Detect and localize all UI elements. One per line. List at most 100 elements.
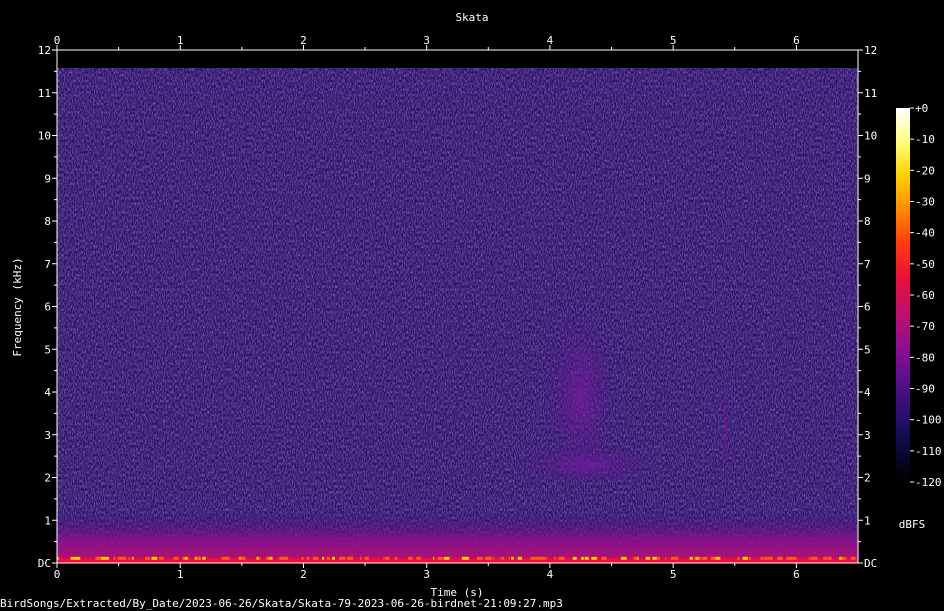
dc-speck — [816, 556, 818, 560]
dc-speck — [558, 556, 560, 560]
dc-speck — [788, 556, 794, 560]
dc-speck — [545, 556, 547, 560]
dc-speck — [341, 556, 346, 560]
colorbar-tick-label: -30 — [915, 196, 935, 209]
y-tick-label-right: 2 — [864, 472, 871, 485]
colorbar-tick-label: -80 — [915, 351, 935, 364]
dc-speck — [645, 556, 651, 560]
x-tick-label-top: 4 — [547, 34, 554, 47]
y-tick-label-right: 6 — [864, 301, 871, 314]
file-path: BirdSongs/Extracted/By_Date/2023-06-26/S… — [0, 597, 563, 610]
dc-speck — [202, 556, 206, 560]
dc-speck — [222, 556, 229, 560]
dc-speck — [670, 556, 677, 560]
dc-speck — [266, 556, 270, 560]
dc-speck — [689, 556, 693, 560]
dc-speck — [737, 556, 740, 560]
dc-speck — [633, 556, 637, 560]
y-tick-label-right: 8 — [864, 215, 871, 228]
dc-speck — [383, 556, 385, 560]
x-tick-label-top: 0 — [54, 34, 61, 47]
dc-speck — [484, 556, 491, 560]
colorbar-tick-label: -60 — [915, 289, 935, 302]
y-tick-label-right: 7 — [864, 258, 871, 271]
sound-event-2 — [512, 443, 661, 487]
dc-speck — [103, 556, 109, 560]
dc-speck — [572, 556, 577, 560]
dc-speck — [461, 556, 468, 560]
y-tick-label-right: 1 — [864, 514, 871, 527]
low-frequency-band — [57, 511, 858, 563]
dc-speck — [824, 556, 828, 560]
colorbar-tick-label: -50 — [915, 258, 935, 271]
dc-speck — [240, 556, 246, 560]
dc-speck — [131, 556, 134, 560]
dc-speck — [767, 556, 773, 560]
dc-speck — [347, 556, 353, 560]
dc-speck — [637, 556, 639, 560]
dc-speck — [665, 556, 667, 560]
dc-speck — [602, 556, 607, 560]
chart-title: Skata — [455, 11, 488, 24]
dc-speck — [308, 556, 310, 560]
x-tick-label-top: 5 — [670, 34, 677, 47]
y-tick-label-left: 10 — [38, 130, 51, 143]
dc-speck — [777, 556, 783, 560]
dc-speck — [517, 556, 522, 560]
x-tick-label-bottom: 1 — [177, 568, 184, 581]
dc-speck — [530, 556, 536, 560]
dc-speck — [385, 556, 390, 560]
colorbar-tick-label: +0 — [915, 102, 928, 115]
dc-speck — [841, 556, 847, 560]
y-tick-label-left: 8 — [44, 215, 51, 228]
y-tick-label-left: 7 — [44, 258, 51, 271]
colorbar-tick-label: -70 — [915, 320, 935, 333]
colorbar — [896, 108, 910, 482]
y-tick-label-left: 12 — [38, 44, 51, 57]
y-tick-label-right: 12 — [864, 44, 877, 57]
y-tick-label-left: 6 — [44, 301, 51, 314]
dc-speck — [70, 556, 77, 560]
y-axis-label: Frequency (kHz) — [11, 257, 24, 356]
dc-speck — [748, 556, 751, 560]
spectrum-noise — [57, 68, 858, 563]
dc-speck — [591, 556, 597, 560]
y-tick-label-right: 11 — [864, 87, 877, 100]
plot-area — [57, 50, 858, 563]
dc-speck — [153, 556, 158, 560]
dc-speck — [394, 556, 398, 560]
dc-speck — [490, 556, 492, 560]
colorbar-ticks: +0 -10 -20 -30 -40 -50 -60 -70 -80 -90 -100 -110 -12… — [910, 102, 942, 489]
dc-speck — [322, 556, 325, 560]
y-tick-label-right: 9 — [864, 172, 871, 185]
dc-speck — [184, 556, 188, 560]
colorbar-tick-label: -90 — [915, 383, 935, 396]
y-tick-label-right: 10 — [864, 130, 877, 143]
dc-speck — [173, 556, 179, 560]
dc-speck — [695, 556, 699, 560]
x-tick-label-bottom: 2 — [300, 568, 307, 581]
dc-speck — [416, 556, 421, 560]
y-tick-label-left: DC — [38, 557, 51, 570]
dc-speck — [828, 556, 832, 560]
y-tick-label-right: DC — [864, 557, 877, 570]
dc-speck — [258, 556, 261, 560]
dc-speck — [652, 556, 657, 560]
x-tick-label-bottom: 4 — [547, 568, 554, 581]
x-tick-label-bottom: 3 — [423, 568, 430, 581]
dc-speck — [476, 556, 483, 560]
dc-speck — [437, 556, 440, 560]
dc-speck — [96, 556, 102, 560]
dc-speck — [554, 556, 556, 560]
dc-speck — [238, 556, 240, 560]
dc-speck — [282, 556, 289, 560]
dc-speck — [715, 556, 721, 560]
dc-speck — [493, 556, 495, 560]
dc-speck — [744, 556, 748, 560]
x-tick-label-bottom: 0 — [54, 568, 61, 581]
dc-speck — [443, 556, 450, 560]
x-tick-label-bottom: 5 — [670, 568, 677, 581]
dc-speck — [159, 556, 164, 560]
dc-speck — [702, 556, 708, 560]
y-tick-label-left: 2 — [44, 472, 51, 485]
